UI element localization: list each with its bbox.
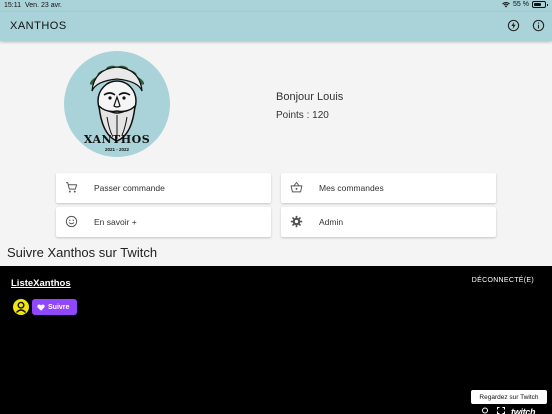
twitch-logo[interactable]: twitch bbox=[511, 407, 536, 414]
my-orders-button-label: Mes commandes bbox=[319, 183, 384, 193]
twitch-embed[interactable]: ListeXanthos DÉCONNECTÉ(E) Suivre Regard… bbox=[0, 266, 552, 414]
points-text: Points : 120 bbox=[276, 110, 329, 121]
basket-icon bbox=[290, 181, 303, 193]
status-date: Ven. 23 avr. bbox=[25, 2, 62, 9]
watch-on-twitch-button[interactable]: Regardez sur Twitch bbox=[471, 390, 547, 404]
settings-icon[interactable] bbox=[481, 407, 489, 414]
info-circle-icon[interactable] bbox=[532, 19, 545, 32]
battery-percent: 55 % bbox=[513, 1, 529, 8]
heart-icon bbox=[37, 303, 45, 311]
bolt-circle-icon[interactable] bbox=[507, 19, 520, 32]
cart-icon bbox=[66, 182, 78, 193]
twitch-section-title: Suivre Xanthos sur Twitch bbox=[7, 245, 158, 260]
learn-more-button[interactable]: En savoir + bbox=[56, 207, 271, 237]
fullscreen-icon[interactable] bbox=[497, 407, 505, 414]
my-orders-button[interactable]: Mes commandes bbox=[281, 173, 496, 203]
twitch-channel-link[interactable]: ListeXanthos bbox=[11, 278, 71, 289]
order-button-label: Passer commande bbox=[94, 183, 165, 193]
twitch-status: DÉCONNECTÉ(E) bbox=[471, 277, 534, 284]
status-bar: 15:11 Ven. 23 avr. 55 % bbox=[0, 0, 552, 12]
app-title: XANTHOS bbox=[10, 20, 67, 32]
xanthos-logo: XANTHOS 2021 - 2022 bbox=[64, 51, 170, 157]
channel-avatar[interactable] bbox=[13, 299, 29, 315]
learn-more-button-label: En savoir + bbox=[94, 217, 137, 227]
battery-icon bbox=[532, 1, 548, 8]
logo-name: XANTHOS bbox=[83, 133, 151, 146]
user-icon bbox=[15, 301, 27, 313]
follow-button-label: Suivre bbox=[48, 303, 70, 311]
wifi-icon bbox=[502, 1, 510, 7]
gear-icon bbox=[290, 215, 303, 228]
status-right: 55 % bbox=[502, 1, 548, 8]
follow-button[interactable]: Suivre bbox=[32, 299, 77, 315]
admin-button-label: Admin bbox=[319, 217, 344, 227]
admin-button[interactable]: Admin bbox=[281, 207, 496, 237]
order-button[interactable]: Passer commande bbox=[56, 173, 271, 203]
greeting-text: Bonjour Louis bbox=[276, 91, 344, 103]
smiley-icon bbox=[65, 215, 78, 228]
app-bar: XANTHOS bbox=[0, 12, 552, 41]
status-time: 15:11 bbox=[4, 2, 21, 9]
logo-years: 2021 - 2022 bbox=[104, 147, 130, 152]
